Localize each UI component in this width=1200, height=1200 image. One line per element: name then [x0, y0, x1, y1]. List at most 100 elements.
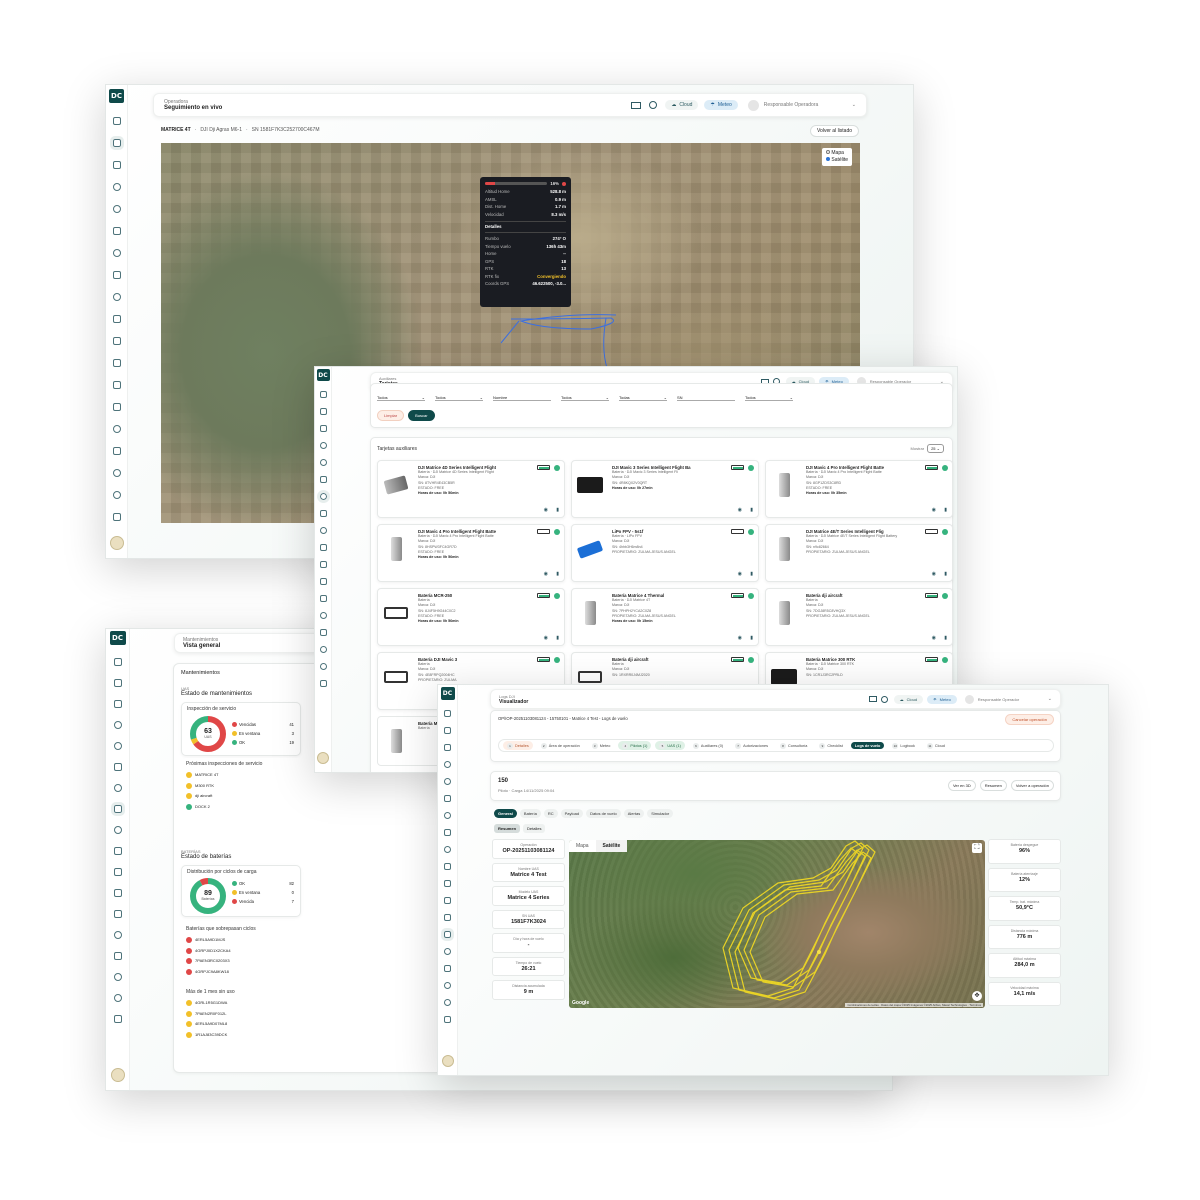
drone-status-icon[interactable] — [880, 695, 888, 703]
user-avatar[interactable] — [110, 1068, 125, 1082]
user-avatar[interactable] — [317, 752, 329, 764]
battery-icon[interactable] — [112, 381, 121, 389]
drone-icon[interactable] — [319, 459, 327, 466]
aux-card[interactable]: Batería dji aircraft Batería Marca: DJI SN:… — [765, 588, 953, 646]
step-item[interactable]: 10 Logbook — [888, 741, 919, 750]
step-item[interactable]: 6 Auxiliares (0) — [689, 741, 727, 750]
tab-batería[interactable]: Batería — [519, 809, 541, 818]
drone-icon[interactable] — [112, 205, 121, 213]
wrench-icon[interactable] — [319, 510, 327, 517]
book-icon[interactable] — [444, 897, 451, 904]
book-icon[interactable] — [112, 359, 121, 367]
drone-icon[interactable] — [113, 742, 122, 750]
chart-icon[interactable] — [113, 868, 122, 876]
wrench-icon[interactable] — [112, 271, 121, 279]
meteo-button[interactable]: ☂ Meteo — [927, 694, 957, 704]
map-type-tabs[interactable]: Mapa Satélite — [569, 840, 628, 852]
hand-icon[interactable] — [113, 763, 122, 771]
wrench-icon[interactable] — [444, 829, 451, 836]
layer-map-option[interactable]: Mapa — [826, 150, 848, 157]
aux-card[interactable]: DJI Matrice 4E/T Series Intelligent Flig… — [765, 524, 953, 582]
doc-icon[interactable] — [444, 1016, 451, 1023]
clipboard-icon[interactable] — [319, 544, 327, 551]
grid-icon[interactable] — [319, 408, 327, 415]
map-icon[interactable] — [113, 658, 122, 666]
view-icon[interactable]: ◉ — [738, 571, 742, 577]
fullscreen-icon[interactable]: ⛶ — [972, 843, 982, 853]
grid-icon[interactable] — [113, 679, 122, 687]
tab-alertas[interactable]: Alertas — [623, 809, 645, 818]
cancel-operation-button[interactable]: Cancelar operación — [1005, 714, 1054, 725]
user-name[interactable]: Responsable Operador — [978, 697, 1048, 702]
step-item[interactable]: 8 Consultoría — [776, 741, 811, 750]
battery-icon[interactable] — [319, 595, 327, 602]
user-avatar[interactable] — [109, 536, 124, 550]
hand-icon[interactable] — [444, 795, 451, 802]
view-icon[interactable]: ◉ — [544, 507, 548, 513]
step-item[interactable]: 4 Pilotos (1) — [618, 741, 652, 750]
bell-icon[interactable] — [113, 994, 122, 1002]
stack-icon[interactable] — [444, 761, 451, 768]
logo[interactable]: DC — [109, 89, 124, 103]
flight-map[interactable]: Mapa Satélite ⛶ ✥ Google Combinaciones d… — [569, 840, 985, 1008]
step-item[interactable]: 2 Área de operación — [537, 741, 584, 750]
file-icon[interactable] — [113, 1015, 122, 1023]
clipboard-icon[interactable] — [113, 847, 122, 855]
cap-icon[interactable] — [444, 965, 451, 972]
map-icon[interactable] — [112, 117, 121, 125]
aux-card[interactable]: Batería MCR-250 Batería Marca: DJI SN: 8J4F… — [377, 588, 565, 646]
user-avatar-header[interactable] — [964, 694, 974, 704]
calendar-icon[interactable] — [444, 744, 451, 751]
view-icon[interactable]: ◉ — [544, 635, 548, 641]
view-icon[interactable]: ◉ — [932, 571, 936, 577]
step-item[interactable]: 3 Meteo — [588, 741, 615, 750]
drone-status-icon[interactable] — [649, 101, 658, 109]
doc-icon[interactable] — [112, 513, 121, 521]
user-avatar[interactable] — [441, 1055, 454, 1067]
filter-select[interactable]: SN — [677, 395, 735, 401]
calendar-icon[interactable] — [319, 425, 327, 432]
tab-general[interactable]: General — [494, 809, 517, 818]
file-icon[interactable] — [112, 403, 121, 411]
cap-icon[interactable] — [112, 447, 121, 455]
grid-icon[interactable] — [109, 136, 124, 150]
filter-select[interactable]: Todos ⌄ — [745, 395, 793, 401]
user-avatar-header[interactable] — [747, 99, 759, 111]
aux-card[interactable]: Batería Matrice 4 Thermal Batería · DJI M… — [571, 588, 759, 646]
delete-icon[interactable]: ▮ — [944, 635, 947, 641]
logo[interactable]: DC — [440, 687, 455, 700]
file-icon[interactable] — [441, 928, 454, 941]
filter-select[interactable]: Todos ⌄ — [435, 395, 483, 401]
flight-action-button[interactable]: Volver a operación — [1010, 780, 1054, 791]
recenter-icon[interactable]: ✥ — [972, 991, 982, 1001]
delete-icon[interactable]: ▮ — [556, 635, 559, 641]
share-icon[interactable] — [319, 646, 327, 653]
share-icon[interactable] — [444, 982, 451, 989]
tab-simulador[interactable]: Simulador — [647, 809, 674, 818]
step-item[interactable]: 7 Autorizaciones — [731, 741, 772, 750]
filter-select[interactable]: Todos ⌄ — [561, 395, 609, 401]
bell-icon[interactable] — [444, 999, 451, 1006]
subtab-detalles[interactable]: Detalles — [523, 824, 546, 833]
view-icon[interactable]: ◉ — [738, 635, 742, 641]
flight-action-button[interactable]: Ver en 3D — [947, 780, 976, 791]
page-size-select[interactable]: 25 ⌄ — [927, 444, 944, 453]
cloud-button[interactable]: ☁ Cloud — [893, 694, 924, 704]
book-icon[interactable] — [319, 578, 327, 585]
tab-datos-de-vuelo[interactable]: Datos de vuelo — [586, 809, 621, 818]
meteo-button[interactable]: ☂ Meteo — [704, 100, 738, 110]
step-item[interactable]: 9 Checklist — [815, 741, 846, 750]
drone-icon[interactable] — [444, 778, 451, 785]
file-icon[interactable] — [319, 680, 327, 687]
flight-action-button[interactable]: Resumen — [979, 780, 1007, 791]
grid-icon[interactable] — [444, 727, 451, 734]
bell-icon[interactable] — [319, 663, 327, 670]
route-icon[interactable] — [319, 527, 327, 534]
back-to-list-button[interactable]: Volver al listado — [810, 125, 860, 137]
map-icon[interactable] — [444, 710, 451, 717]
filter-select[interactable]: Nombre — [493, 395, 551, 401]
cap-icon[interactable] — [319, 629, 327, 636]
calendar-icon[interactable] — [112, 161, 121, 169]
delete-icon[interactable]: ▮ — [750, 635, 753, 641]
book-icon[interactable] — [113, 889, 122, 897]
